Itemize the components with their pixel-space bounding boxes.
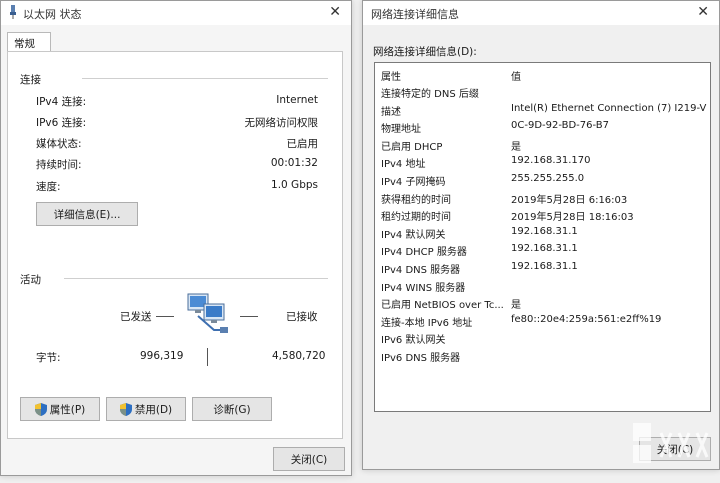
detail-property: 描述	[381, 106, 401, 118]
detail-property: 连接特定的 DNS 后缀	[381, 89, 479, 100]
list-item[interactable]: 租约过期的时间 2019年5月28日 18:16:03	[375, 206, 710, 223]
media-state-label: 媒体状态:	[36, 138, 82, 150]
list-item[interactable]: IPv4 地址 192.168.31.170	[375, 153, 710, 170]
list-header: 属性 值	[375, 66, 710, 83]
ipv4-connection-value: Internet	[276, 94, 318, 106]
diagnose-button[interactable]: 诊断(G)	[192, 397, 272, 421]
ipv6-connection-label: IPv6 连接:	[36, 117, 87, 129]
ipv6-connection-value: 无网络访问权限	[244, 117, 319, 129]
detail-value: 0C-9D-92-BD-76-B7	[511, 120, 609, 132]
detail-property: IPv4 WINS 服务器	[381, 282, 466, 294]
shield-icon	[34, 402, 47, 416]
tab-general[interactable]: 常规	[7, 32, 51, 52]
detail-property: IPv4 DHCP 服务器	[381, 247, 467, 259]
list-item[interactable]: IPv4 WINS 服务器	[375, 277, 710, 294]
details-button[interactable]: 详细信息(E)...	[36, 202, 138, 226]
details-list[interactable]: 属性 值 连接特定的 DNS 后缀 描述 Intel(R) Ethernet Con…	[374, 62, 711, 412]
detail-property: 已启用 DHCP	[381, 141, 443, 153]
detail-value: 2019年5月28日 18:16:03	[511, 212, 634, 224]
list-item[interactable]: 连接特定的 DNS 后缀	[375, 83, 710, 100]
list-item[interactable]: IPv4 DNS 服务器 192.168.31.1	[375, 259, 710, 276]
detail-property: 租约过期的时间	[381, 212, 451, 224]
close-button[interactable]: 关闭(C)	[273, 447, 345, 471]
disable-button-label: 禁用(D)	[134, 403, 173, 416]
detail-property: IPv6 默认网关	[381, 335, 446, 347]
close-icon[interactable]: ✕	[697, 4, 709, 20]
detail-value: 是	[511, 141, 521, 153]
list-item[interactable]: 获得租约的时间 2019年5月28日 6:16:03	[375, 189, 710, 206]
list-item[interactable]: 描述 Intel(R) Ethernet Connection (7) I219-…	[375, 101, 710, 118]
detail-property: IPv4 子网掩码	[381, 177, 446, 188]
properties-button[interactable]: 属性(P)	[20, 397, 100, 421]
network-computers-icon	[187, 293, 228, 333]
ipv4-connection-label: IPv4 连接:	[36, 96, 87, 108]
bytes-received-value: 4,580,720	[272, 350, 326, 362]
list-item[interactable]: 连接-本地 IPv6 地址 fe80::20e4:259a:561:e2ff%19	[375, 312, 710, 329]
list-item[interactable]: 已启用 NetBIOS over Tc... 是	[375, 294, 710, 311]
status-window-title: 以太网 状态	[23, 8, 82, 21]
disable-button[interactable]: 禁用(D)	[106, 397, 186, 421]
detail-property: IPv6 DNS 服务器	[381, 353, 461, 364]
detail-property: 获得租约的时间	[381, 194, 451, 206]
speed-label: 速度:	[36, 181, 61, 193]
detail-value: 192.168.31.1	[511, 261, 578, 272]
detail-property: 物理地址	[381, 124, 421, 136]
detail-value: 255.255.255.0	[511, 173, 585, 184]
divider	[64, 278, 328, 279]
bytes-sent-value: 996,319	[140, 350, 184, 362]
detail-property: 已启用 NetBIOS over Tc...	[381, 300, 504, 312]
list-item[interactable]: IPv6 默认网关	[375, 329, 710, 346]
list-item[interactable]: IPv4 默认网关 192.168.31.1	[375, 224, 710, 241]
detail-value: 2019年5月28日 6:16:03	[511, 194, 628, 206]
close-icon[interactable]: ✕	[329, 4, 341, 20]
detail-property: 连接-本地 IPv6 地址	[381, 317, 473, 329]
detail-value: 192.168.31.1	[511, 243, 578, 255]
network-cable-icon	[10, 5, 16, 19]
network-details-window: 网络连接详细信息 ✕ 网络连接详细信息(D): 属性 值 连接特定的 DNS 后…	[362, 0, 720, 470]
sent-dash	[156, 316, 174, 317]
detail-property: IPv4 默认网关	[381, 229, 446, 241]
shield-icon	[119, 402, 132, 416]
status-title-bar: 以太网 状态 ✕	[1, 1, 351, 25]
speed-value: 1.0 Gbps	[271, 179, 318, 191]
ethernet-status-window: 以太网 状态 ✕ 常规 连接 IPv4 连接: Internet IPv6 连接…	[0, 0, 352, 476]
column-header-value[interactable]: 值	[511, 68, 521, 83]
detail-property: IPv4 DNS 服务器	[381, 265, 461, 276]
list-item[interactable]: IPv4 DHCP 服务器 192.168.31.1	[375, 241, 710, 258]
list-item[interactable]: IPv4 子网掩码 255.255.255.0	[375, 171, 710, 188]
divider	[82, 78, 328, 79]
column-header-property[interactable]: 属性	[381, 68, 509, 83]
watermark-logo	[633, 423, 709, 463]
connection-heading: 连接	[20, 74, 41, 86]
detail-value: 192.168.31.170	[511, 155, 591, 167]
list-item[interactable]: IPv6 DNS 服务器	[375, 347, 710, 364]
details-window-title: 网络连接详细信息	[371, 8, 459, 21]
list-item[interactable]: 已启用 DHCP 是	[375, 136, 710, 153]
details-title-bar: 网络连接详细信息 ✕	[363, 1, 719, 25]
bytes-divider	[207, 348, 208, 366]
duration-label: 持续时间:	[36, 159, 82, 171]
received-label: 已接收	[286, 311, 318, 323]
details-caption: 网络连接详细信息(D):	[373, 46, 477, 58]
detail-value: fe80::20e4:259a:561:e2ff%19	[511, 313, 662, 325]
detail-value: 192.168.31.1	[511, 225, 578, 237]
list-item[interactable]: 物理地址 0C-9D-92-BD-76-B7	[375, 118, 710, 135]
activity-heading: 活动	[20, 274, 41, 286]
received-dash	[240, 316, 258, 317]
detail-value: Intel(R) Ethernet Connection (7) I219-V	[511, 102, 707, 114]
properties-button-label: 属性(P)	[49, 403, 86, 416]
bytes-label: 字节:	[36, 352, 61, 364]
general-panel: 连接 IPv4 连接: Internet IPv6 连接: 无网络访问权限 媒体…	[7, 51, 343, 439]
detail-value: 是	[511, 300, 521, 312]
duration-value: 00:01:32	[270, 157, 318, 169]
detail-property: IPv4 地址	[381, 159, 426, 171]
media-state-value: 已启用	[286, 138, 319, 150]
sent-label: 已发送	[120, 311, 152, 323]
